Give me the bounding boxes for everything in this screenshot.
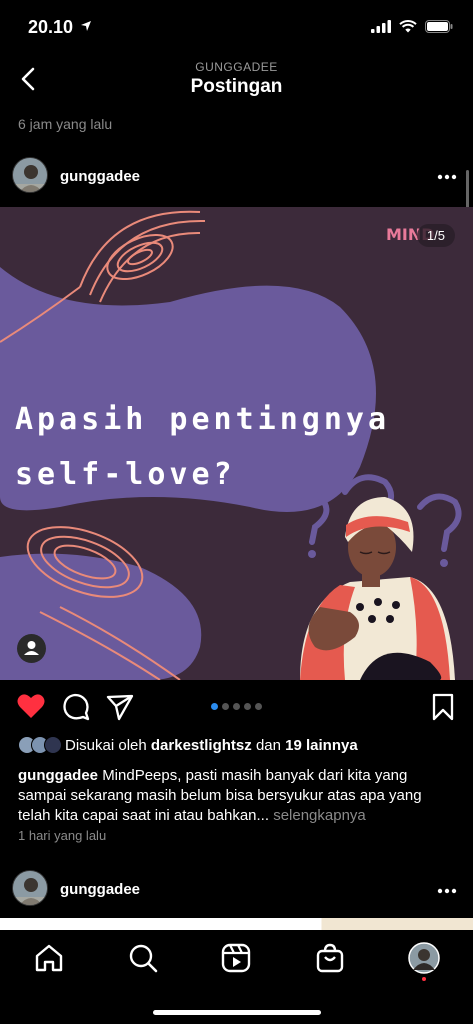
liker-avatars <box>18 736 62 754</box>
search-icon <box>129 944 158 973</box>
avatar-image <box>13 158 47 192</box>
tab-home[interactable] <box>33 942 65 974</box>
likes-connector: dan <box>255 736 281 754</box>
post-caption: gunggadee MindPeeps, pasti masih banyak … <box>18 766 458 826</box>
post-time: 1 hari yang lalu <box>18 828 107 843</box>
more-icon <box>437 888 457 894</box>
profile-icon <box>408 942 440 974</box>
avatar[interactable] <box>12 870 48 906</box>
slide-counter: 1/5 <box>416 224 455 247</box>
post-headline-line1: Apasih pentingnya <box>15 402 390 437</box>
next-post-username[interactable]: gunggadee <box>60 881 140 898</box>
nav-header: GUNGGADEE Postingan <box>0 56 473 104</box>
status-time: 20.10 <box>28 17 92 38</box>
more-button[interactable] <box>437 874 457 900</box>
wifi-icon <box>399 20 417 33</box>
carousel-dot <box>233 703 240 710</box>
avatar <box>44 736 62 754</box>
likes-others[interactable]: 19 lainnya <box>285 737 358 754</box>
carousel-dot <box>211 703 218 710</box>
shop-icon <box>316 943 344 973</box>
next-post-image[interactable] <box>0 918 473 930</box>
bookmark-icon <box>432 693 454 721</box>
header-titles: GUNGGADEE Postingan <box>0 60 473 98</box>
avatar[interactable] <box>12 157 48 193</box>
heart-icon <box>17 694 45 718</box>
tab-reels[interactable] <box>220 942 252 974</box>
tab-bar <box>0 930 473 1024</box>
likes-prefix: Disukai oleh <box>65 736 147 754</box>
post-actions <box>0 690 473 726</box>
carousel-dot <box>244 703 251 710</box>
caption-more-link[interactable]: selengkapnya <box>273 807 366 824</box>
more-icon <box>437 174 457 180</box>
likes-row[interactable]: Disukai oleh darkestlightsz dan 19 lainn… <box>18 736 358 754</box>
next-post-header: gunggadee <box>0 866 473 914</box>
share-icon <box>106 694 134 721</box>
signal-icon <box>371 20 391 33</box>
tab-shop[interactable] <box>314 942 346 974</box>
comment-button[interactable] <box>62 693 90 726</box>
tab-profile[interactable] <box>408 942 440 974</box>
carousel-dot <box>222 703 229 710</box>
like-button[interactable] <box>17 693 45 724</box>
comment-icon <box>63 693 90 721</box>
carousel-dot <box>255 703 262 710</box>
header-account: GUNGGADEE <box>195 60 278 74</box>
page-title: Postingan <box>190 76 283 97</box>
post-image[interactable]: MIND Apasih pentingnya self-love? <box>0 207 473 680</box>
status-bar: 20.10 <box>0 0 473 56</box>
avatar-image <box>13 871 47 905</box>
post-illustration: MIND Apasih pentingnya self-love? <box>0 207 473 680</box>
post-headline-line2: self-love? <box>15 457 236 492</box>
caption-username[interactable]: gunggadee <box>18 767 98 784</box>
share-button[interactable] <box>106 693 134 726</box>
previous-post-time: 6 jam yang lalu <box>18 116 113 132</box>
notification-dot <box>422 977 426 981</box>
status-icons <box>371 20 453 33</box>
location-icon <box>81 21 92 31</box>
battery-icon <box>425 20 453 33</box>
more-button[interactable] <box>437 160 457 186</box>
save-button[interactable] <box>431 693 455 726</box>
home-indicator[interactable] <box>153 1010 321 1015</box>
carousel-dots <box>211 703 262 710</box>
post-header: gunggadee <box>0 154 473 202</box>
home-icon <box>35 944 63 972</box>
tagged-people-button[interactable] <box>17 634 46 663</box>
reels-icon <box>221 943 251 973</box>
person-icon <box>24 641 39 655</box>
tab-search[interactable] <box>127 942 159 974</box>
likes-user[interactable]: darkestlightsz <box>151 737 252 754</box>
post-username[interactable]: gunggadee <box>60 168 140 185</box>
